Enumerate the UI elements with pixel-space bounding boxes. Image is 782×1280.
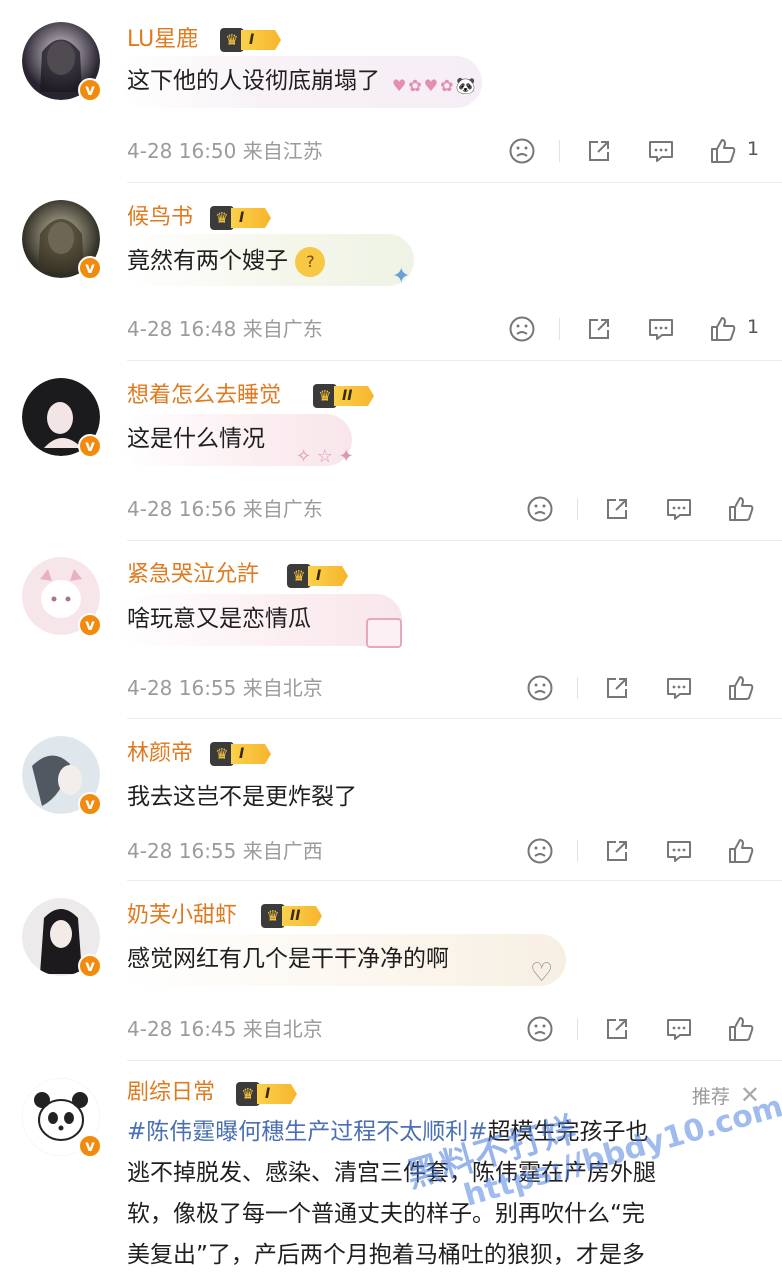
frown-face-icon[interactable]	[525, 1014, 555, 1044]
comment-meta: 4-28 16:56 来自广东	[127, 497, 323, 521]
share-icon[interactable]	[584, 314, 614, 344]
divider	[127, 880, 782, 881]
envelope-sticker-icon	[366, 618, 402, 648]
username[interactable]: LU星鹿	[127, 26, 198, 54]
share-icon[interactable]	[584, 136, 614, 166]
comment-text: 感觉网红有几个是干干净净的啊	[127, 946, 449, 972]
username[interactable]: 林颜帝	[127, 740, 193, 768]
crown-icon: ♛	[287, 564, 311, 588]
avatar[interactable]: v	[22, 22, 102, 102]
verified-v-badge-icon: v	[78, 78, 102, 102]
level-badge: ♛ I	[210, 742, 271, 766]
comment-text: 啥玩意又是恋情瓜	[127, 606, 311, 632]
avatar[interactable]: v	[22, 736, 102, 816]
action-bar	[525, 836, 765, 866]
verified-v-badge-icon: v	[78, 1134, 102, 1158]
comment-bubble-icon[interactable]	[664, 1014, 694, 1044]
comment-bubble-icon[interactable]	[664, 494, 694, 524]
verified-v-badge-icon: v	[78, 434, 102, 458]
heart-necklace-sticker-icon: ♡	[530, 958, 554, 988]
frown-face-icon[interactable]	[507, 314, 537, 344]
avatar[interactable]: v	[22, 1078, 102, 1158]
like-count: 1	[747, 316, 760, 338]
bubble-sticker-icon: ✦	[392, 264, 411, 289]
bubble-sticker-icon: ♥✿♥✿🐼	[392, 76, 478, 95]
crown-icon: ♛	[313, 384, 337, 408]
thumbs-up-icon[interactable]	[726, 673, 756, 703]
comment-text: 竟然有两个嫂子 ?	[127, 244, 326, 278]
username[interactable]: 候鸟书	[127, 204, 193, 232]
verified-v-badge-icon: v	[78, 954, 102, 978]
comment-meta: 4-28 16:50 来自江苏	[127, 139, 323, 163]
verified-v-badge-icon: v	[78, 792, 102, 816]
level-badge: ♛ II	[261, 904, 322, 928]
level-badge: ♛ I	[210, 206, 271, 230]
crown-icon: ♛	[261, 904, 285, 928]
share-icon[interactable]	[602, 673, 632, 703]
puzzled-emoji-icon: ?	[295, 246, 326, 277]
crown-icon: ♛	[210, 742, 234, 766]
frown-face-icon[interactable]	[507, 136, 537, 166]
action-bar: 1	[507, 314, 767, 344]
thumbs-up-icon[interactable]	[708, 136, 738, 166]
username[interactable]: 紧急哭泣允許	[127, 561, 259, 589]
frown-face-icon[interactable]	[525, 836, 555, 866]
share-icon[interactable]	[602, 1014, 632, 1044]
thumbs-up-icon[interactable]	[708, 314, 738, 344]
comment-bubble-icon[interactable]	[664, 673, 694, 703]
crown-icon: ♛	[236, 1082, 260, 1106]
divider	[127, 360, 782, 361]
share-icon[interactable]	[602, 494, 632, 524]
comment-meta: 4-28 16:45 来自北京	[127, 1017, 323, 1041]
avatar[interactable]: v	[22, 378, 102, 458]
comment-meta: 4-28 16:55 来自北京	[127, 676, 323, 700]
comment-text: 我去这岂不是更炸裂了	[127, 784, 357, 810]
divider	[127, 718, 782, 719]
avatar[interactable]: v	[22, 200, 102, 280]
like-count: 1	[747, 138, 760, 160]
level-badge: ♛ I	[236, 1082, 297, 1106]
comment-meta: 4-28 16:55 来自广西	[127, 839, 323, 863]
comment-bubble-icon[interactable]	[646, 314, 676, 344]
avatar[interactable]: v	[22, 898, 102, 978]
comment-bubble-icon[interactable]	[646, 136, 676, 166]
frown-face-icon[interactable]	[525, 494, 555, 524]
username[interactable]: 剧综日常	[127, 1079, 215, 1107]
paper-crane-sticker-icon: ✧ ☆ ✦	[296, 446, 354, 467]
frown-face-icon[interactable]	[525, 673, 555, 703]
share-icon[interactable]	[602, 836, 632, 866]
level-badge: ♛ I	[287, 564, 348, 588]
action-bar	[525, 673, 765, 703]
thumbs-up-icon[interactable]	[726, 494, 756, 524]
comment-text: 这是什么情况	[127, 426, 265, 452]
divider	[127, 540, 782, 541]
action-bar: 1	[507, 136, 767, 166]
crown-icon: ♛	[210, 206, 234, 230]
divider	[127, 1060, 782, 1061]
verified-v-badge-icon: v	[78, 256, 102, 280]
level-badge: ♛ II	[313, 384, 374, 408]
comment-text: 这下他的人设彻底崩塌了	[127, 68, 380, 94]
avatar[interactable]: v	[22, 557, 102, 637]
crown-icon: ♛	[220, 28, 244, 52]
username[interactable]: 想着怎么去睡觉	[127, 382, 281, 410]
username[interactable]: 奶芙小甜虾	[127, 902, 237, 930]
verified-v-badge-icon: v	[78, 613, 102, 637]
thumbs-up-icon[interactable]	[726, 836, 756, 866]
comment-meta: 4-28 16:48 来自广东	[127, 317, 323, 341]
action-bar	[525, 494, 765, 524]
action-bar	[525, 1014, 765, 1044]
level-badge: ♛ I	[220, 28, 281, 52]
thumbs-up-icon[interactable]	[726, 1014, 756, 1044]
comment-bubble-icon[interactable]	[664, 836, 694, 866]
divider	[127, 182, 782, 183]
